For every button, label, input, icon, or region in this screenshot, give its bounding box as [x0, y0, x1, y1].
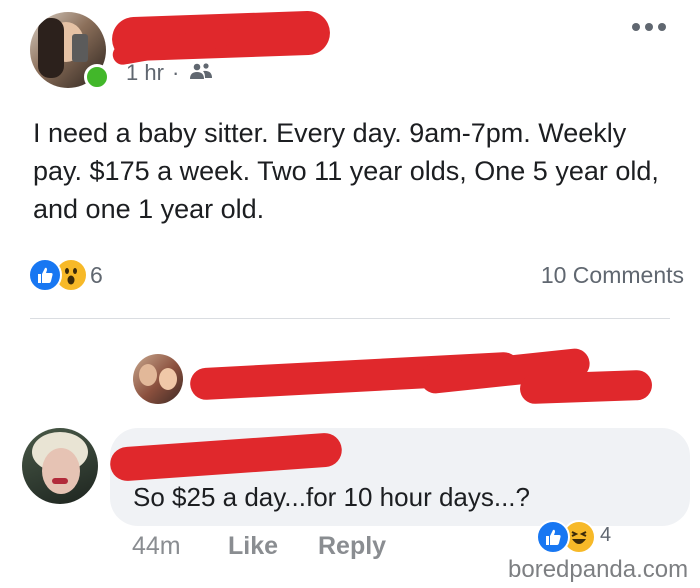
- commenter-avatar-small[interactable]: [133, 354, 183, 404]
- comment-like-button[interactable]: Like: [228, 532, 278, 561]
- commenter-avatar[interactable]: [22, 428, 98, 504]
- watermark: boredpanda.com: [508, 556, 689, 583]
- more-dots-icon[interactable]: [630, 20, 668, 32]
- comment-reaction-count[interactable]: 4: [600, 524, 611, 547]
- comment-time[interactable]: 44m: [132, 532, 181, 561]
- like-icon[interactable]: [28, 258, 62, 292]
- comment-text: So $25 a day...for 10 hour days...?: [133, 482, 530, 512]
- redacted-commenter-name-3: [519, 369, 653, 405]
- online-status-dot: [84, 64, 110, 90]
- post-timestamp[interactable]: 1 hr: [126, 60, 164, 86]
- post-divider: [30, 318, 670, 319]
- comment-like-icon[interactable]: [536, 520, 570, 554]
- post-text: I need a baby sitter. Every day. 9am-7pm…: [33, 118, 659, 224]
- meta-separator: ·: [172, 60, 180, 85]
- friends-icon: [188, 62, 214, 80]
- reaction-count[interactable]: 6: [90, 262, 103, 289]
- comments-count-link[interactable]: 10 Comments: [541, 262, 684, 289]
- comment-reply-button[interactable]: Reply: [318, 532, 386, 561]
